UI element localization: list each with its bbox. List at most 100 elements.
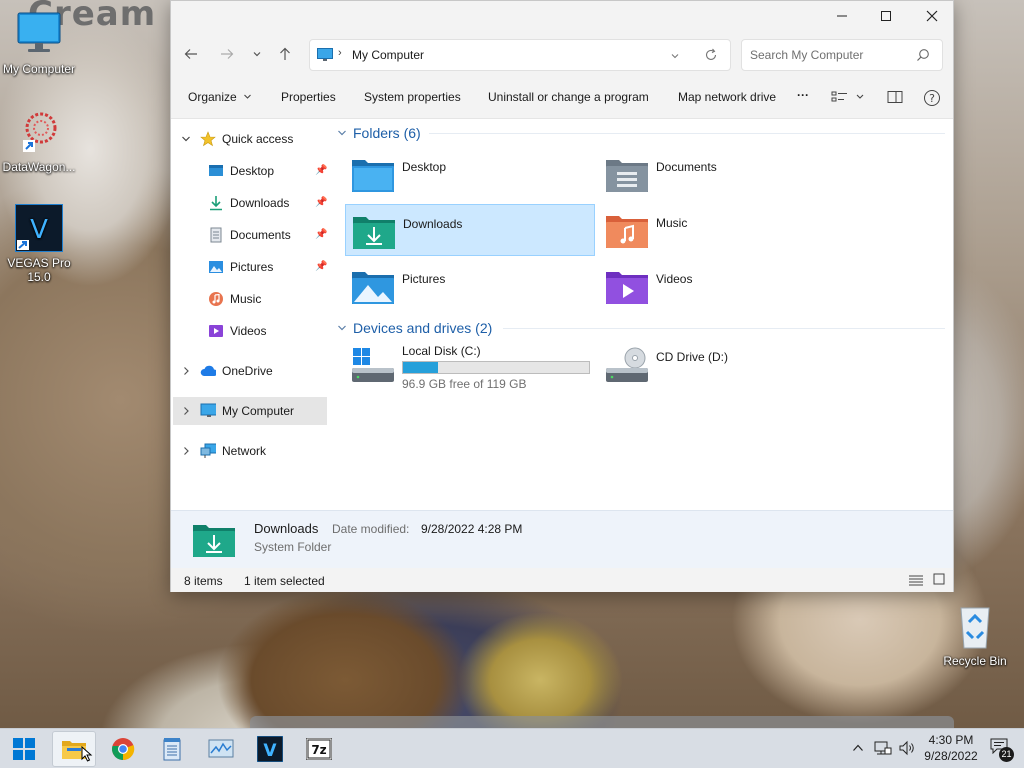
cloud-icon (200, 365, 216, 376)
pin-icon: 📌 (315, 261, 328, 272)
taskbar-vegas-pro[interactable]: V (248, 731, 292, 767)
taskbar-chrome[interactable] (101, 731, 145, 767)
nav-onedrive[interactable]: OneDrive (173, 357, 327, 385)
address-bar[interactable]: › My Computer (309, 39, 731, 71)
status-selection: 1 item selected (244, 574, 325, 588)
taskbar-preview-strip (250, 716, 954, 728)
network-status-icon[interactable] (874, 740, 892, 756)
taskbar-file-explorer[interactable] (52, 731, 96, 767)
svg-text:V: V (263, 741, 277, 761)
nav-network[interactable]: Network (173, 437, 327, 465)
start-button[interactable] (2, 731, 46, 767)
videos-icon (209, 325, 223, 337)
drive-usage-bar (402, 361, 590, 374)
preview-pane-button[interactable] (887, 90, 903, 107)
help-icon: ? (924, 90, 940, 106)
folder-tile-documents[interactable]: Documents (599, 148, 849, 200)
star-icon (200, 131, 216, 147)
folder-tile-desktop[interactable]: Desktop (345, 148, 595, 200)
datawagon-icon (15, 108, 63, 156)
details-date-label: Date modified: (332, 522, 410, 536)
documents-folder-icon (606, 160, 648, 192)
title-bar[interactable] (171, 1, 953, 31)
up-button[interactable] (275, 44, 295, 64)
folders-group-header[interactable]: Folders (6) (337, 122, 421, 144)
address-history-chevron-icon[interactable] (670, 51, 680, 61)
chevron-down-icon (338, 130, 346, 136)
cd-drive-icon (606, 347, 648, 382)
desktop-folder-icon (352, 160, 394, 192)
clock[interactable]: 4:30 PM 9/28/2022 (920, 732, 982, 764)
group-divider (429, 133, 945, 134)
document-icon (210, 227, 222, 243)
drive-tile-cd-drive-d[interactable]: CD Drive (D:) (599, 342, 849, 394)
notepad-icon (163, 738, 181, 761)
nav-my-computer[interactable]: My Computer (173, 397, 327, 425)
drive-usage-fill (403, 362, 439, 373)
back-button[interactable] (181, 44, 201, 64)
file-explorer-window: › My Computer Search My Computer Organiz… (170, 0, 954, 592)
nav-item-music[interactable]: Music (173, 285, 327, 313)
chevron-down-icon (182, 136, 190, 142)
forward-button[interactable] (217, 44, 237, 64)
view-options-button[interactable] (831, 90, 865, 107)
folder-tile-music[interactable]: Music (599, 204, 849, 256)
search-input[interactable]: Search My Computer (741, 39, 943, 71)
folder-tile-videos[interactable]: Videos (599, 260, 849, 312)
nav-quick-access[interactable]: Quick access (173, 125, 327, 153)
nav-item-desktop[interactable]: Desktop 📌 (173, 157, 327, 185)
organize-button[interactable]: Organize (188, 90, 252, 104)
folder-tile-pictures[interactable]: Pictures (345, 260, 595, 312)
taskbar-7zip[interactable]: 7z (297, 731, 341, 767)
notification-badge: 21 (999, 747, 1014, 762)
large-icons-view-icon[interactable] (933, 573, 945, 585)
breadcrumb-current[interactable]: My Computer (352, 48, 424, 62)
clock-time: 4:30 PM (928, 733, 974, 747)
svg-text:7z: 7z (311, 743, 326, 757)
desktop-icon-vegas-pro[interactable]: V VEGAS Pro 15.0 (0, 203, 78, 284)
music-folder-icon (606, 216, 648, 248)
system-properties-button[interactable]: System properties (364, 90, 461, 104)
desktop-icon-datawagon[interactable]: DataWagon... (0, 108, 78, 174)
search-icon (917, 49, 929, 61)
nav-item-videos[interactable]: Videos (173, 317, 327, 345)
desktop-icon-recycle-bin[interactable]: Recycle Bin (936, 602, 1014, 668)
minimize-button[interactable] (819, 1, 865, 31)
drive-tile-local-disk-c[interactable]: Local Disk (C:) 96.9 GB free of 119 GB (345, 342, 595, 394)
pin-icon: 📌 (315, 165, 328, 176)
nav-item-documents[interactable]: Documents 📌 (173, 221, 327, 249)
pin-icon: 📌 (315, 229, 328, 240)
taskbar-resource-monitor[interactable] (199, 731, 243, 767)
recent-locations-button[interactable] (247, 44, 267, 64)
drives-group-header[interactable]: Devices and drives (2) (337, 317, 492, 339)
details-type: System Folder (254, 540, 332, 554)
download-icon (210, 196, 222, 211)
vegas-pro-icon: V (14, 203, 64, 253)
see-more-button[interactable]: ··· (797, 88, 809, 102)
nav-item-pictures[interactable]: Pictures 📌 (173, 253, 327, 281)
videos-folder-icon (606, 272, 648, 304)
maximize-button[interactable] (863, 1, 909, 31)
arrow-up-icon (280, 47, 290, 60)
notification-center-button[interactable]: 21 (990, 738, 1016, 762)
recycle-bin-icon (951, 602, 999, 650)
folder-tile-downloads[interactable]: Downloads (345, 204, 595, 256)
taskbar-notepad[interactable] (150, 731, 194, 767)
chevron-right-icon (184, 407, 189, 415)
close-button[interactable] (909, 1, 955, 31)
downloads-folder-icon (353, 217, 395, 249)
chevron-up-icon[interactable] (852, 742, 864, 754)
properties-button[interactable]: Properties (281, 90, 336, 104)
details-view-icon[interactable] (909, 574, 923, 586)
nav-item-downloads[interactable]: Downloads 📌 (173, 189, 327, 217)
details-pane: Downloads Date modified: 9/28/2022 4:28 … (171, 510, 953, 568)
arrow-right-icon (221, 49, 234, 59)
refresh-icon[interactable] (704, 48, 718, 62)
help-button[interactable]: ? (923, 89, 941, 110)
uninstall-program-button[interactable]: Uninstall or change a program (488, 90, 649, 104)
chevron-down-icon (244, 94, 251, 99)
map-network-drive-button[interactable]: Map network drive (678, 90, 776, 104)
volume-icon[interactable] (898, 740, 916, 756)
desktop-icon-my-computer[interactable]: My Computer (0, 10, 78, 76)
group-divider (503, 328, 945, 329)
